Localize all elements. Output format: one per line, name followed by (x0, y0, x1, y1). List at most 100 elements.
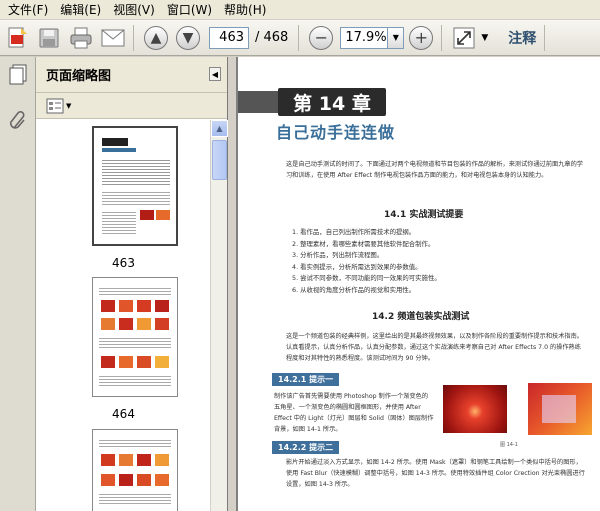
zoom-dropdown-button[interactable]: ▼ (388, 26, 405, 49)
document-page: 第 14 章 自己动手连连做 这是自己动手测试的时间了。下面通过对两个电视频道和… (238, 57, 600, 511)
navigation-panel-strip (0, 57, 36, 511)
thumb-image (119, 474, 133, 486)
chevron-down-icon: ▼ (392, 33, 399, 42)
minus-icon: − (309, 25, 334, 50)
list-item: 5. 尝试不同参数，不同功能的同一效果的可实施性。 (292, 274, 441, 282)
thumb-image (155, 474, 169, 486)
arrow-up-icon: ▲ (144, 25, 168, 50)
scrollbar-thumb[interactable] (212, 140, 227, 180)
page-thumbnails-panel: 页面缩略图 ◀ ▼ 463 464 ▲ (36, 57, 228, 511)
toolbar-separator (298, 24, 300, 51)
tip-two-label: 14.2.2 提示二 (272, 441, 340, 454)
page-thumbnails-tab[interactable] (6, 63, 30, 87)
attachments-tab[interactable] (6, 109, 30, 133)
thumb-image (101, 318, 115, 330)
list-item: 4. 看实例提示，分析所需达到效果的参数值。 (292, 262, 422, 271)
zoom-out-button[interactable]: − (306, 23, 336, 53)
chevron-down-icon: ▼ (66, 101, 72, 110)
menu-file[interactable]: 文件(F) (4, 0, 56, 20)
section-paragraph: 这是一个频道包装的经典样例，这里给出的是其最终视频效果，以及制作各阶段的重要制作… (286, 333, 583, 362)
list-item: 1. 看作品，自己列出制作所需技术的提纲。 (292, 228, 416, 236)
thumb-title-line (102, 148, 136, 152)
save-button[interactable] (34, 23, 64, 53)
floppy-disk-icon (39, 28, 59, 47)
thumb-text-block (99, 438, 171, 448)
fit-page-button[interactable] (449, 23, 479, 53)
menu-window[interactable]: 窗口(W) (163, 0, 220, 20)
panel-title: 页面缩略图 (46, 69, 112, 84)
plus-icon: + (409, 25, 434, 50)
thumb-text-block (99, 336, 171, 350)
options-menu-button[interactable]: ▼ (46, 98, 71, 114)
create-pdf-button[interactable] (2, 23, 32, 53)
menu-help[interactable]: 帮助(H) (220, 0, 274, 20)
thumb-image (101, 356, 115, 368)
list-item: 3. 分析作品，列出制作流程图。 (292, 251, 384, 259)
thumbnail-page-465[interactable] (92, 429, 178, 511)
section-heading-14-2: 14.2 频道包装实战测试 (372, 312, 470, 322)
panel-toolbar: ▼ (36, 93, 227, 119)
print-button[interactable] (66, 23, 96, 53)
next-page-button[interactable]: ▼ (173, 23, 203, 53)
printer-icon (70, 27, 92, 48)
thumb-text-block (99, 286, 171, 296)
pdf-reader-window: 文件(F) 编辑(E) 视图(V) 窗口(W) 帮助(H) ▲ ▼ 463 / … (0, 0, 600, 511)
previous-page-button[interactable]: ▲ (141, 23, 171, 53)
menu-bar: 文件(F) 编辑(E) 视图(V) 窗口(W) 帮助(H) (0, 0, 600, 20)
toolbar-overflow-icon[interactable]: ▼ (481, 33, 488, 43)
chevron-left-icon: ◀ (211, 69, 219, 79)
thumbnail-scrollbar[interactable]: ▲ (210, 120, 228, 511)
thumb-text-block (99, 492, 171, 506)
document-view[interactable]: 第 14 章 自己动手连连做 这是自己动手测试的时间了。下面通过对两个电视频道和… (236, 57, 600, 511)
thumb-header-block (102, 138, 128, 146)
thumb-image (137, 300, 151, 312)
thumbnail-page-463[interactable] (92, 126, 178, 246)
chapter-band (238, 91, 278, 113)
thumb-text-block (99, 374, 171, 388)
thumbnail-label: 463 (112, 256, 135, 270)
requirements-list: 1. 看作品，自己列出制作所需技术的提纲。 2. 整理素材，看哪些素材需要其他软… (292, 227, 592, 296)
thumb-image (101, 300, 115, 312)
main-toolbar: ▲ ▼ / 468 − ▼ + ▼ 注释 (0, 20, 600, 56)
panel-splitter[interactable] (228, 57, 236, 511)
email-button[interactable] (98, 23, 128, 53)
thumb-image (155, 300, 169, 312)
thumb-image (137, 454, 151, 466)
thumb-image (119, 300, 133, 312)
thumb-image (156, 210, 170, 220)
envelope-icon (101, 29, 125, 46)
thumb-image (137, 474, 151, 486)
intro-paragraph: 这是自己动手测试的时间了。下面通过对两个电视频道和节目包装的作品的解析，来测试你… (286, 161, 583, 179)
thumb-image (137, 356, 151, 368)
thumbnail-list: 463 464 (36, 120, 211, 511)
toolbar-separator (544, 24, 546, 51)
menu-edit[interactable]: 编辑(E) (56, 0, 109, 20)
figure-star-image (528, 383, 592, 435)
zoom-in-button[interactable]: + (406, 23, 436, 53)
thumb-text-block (102, 210, 136, 236)
figure-ellipse-image (443, 385, 507, 433)
list-item: 2. 整理素材，看哪些素材需要其他软件配合制作。 (292, 239, 435, 248)
toolbar-separator (441, 24, 443, 51)
list-item: 6. 从收视的角度分析作品的视觉和实用性。 (292, 285, 416, 294)
tip-one-text: 制作该广告首先需要使用 Photoshop 制作一个渐变色的五角星、一个渐变色的… (274, 393, 434, 433)
zoom-input[interactable] (340, 26, 389, 49)
chevron-up-icon: ▲ (216, 124, 223, 133)
thumb-image (101, 474, 115, 486)
thumbnail-page-464[interactable] (92, 277, 178, 397)
paperclip-icon (9, 111, 25, 129)
page-number-input[interactable] (209, 26, 249, 49)
thumb-image (155, 356, 169, 368)
annotate-button[interactable]: 注释 (508, 28, 536, 48)
section-heading-14-1: 14.1 实战测试提要 (384, 210, 464, 220)
chapter-number: 第 14 章 (278, 88, 386, 116)
panel-header: 页面缩略图 (36, 57, 227, 93)
page-total-label: / 468 (255, 30, 289, 45)
scroll-up-button[interactable]: ▲ (211, 120, 228, 137)
menu-view[interactable]: 视图(V) (109, 0, 163, 20)
collapse-panel-button[interactable]: ◀ (209, 67, 221, 81)
thumb-image (119, 318, 133, 330)
pages-icon (9, 64, 27, 85)
thumb-image (155, 454, 169, 466)
thumb-image (137, 318, 151, 330)
